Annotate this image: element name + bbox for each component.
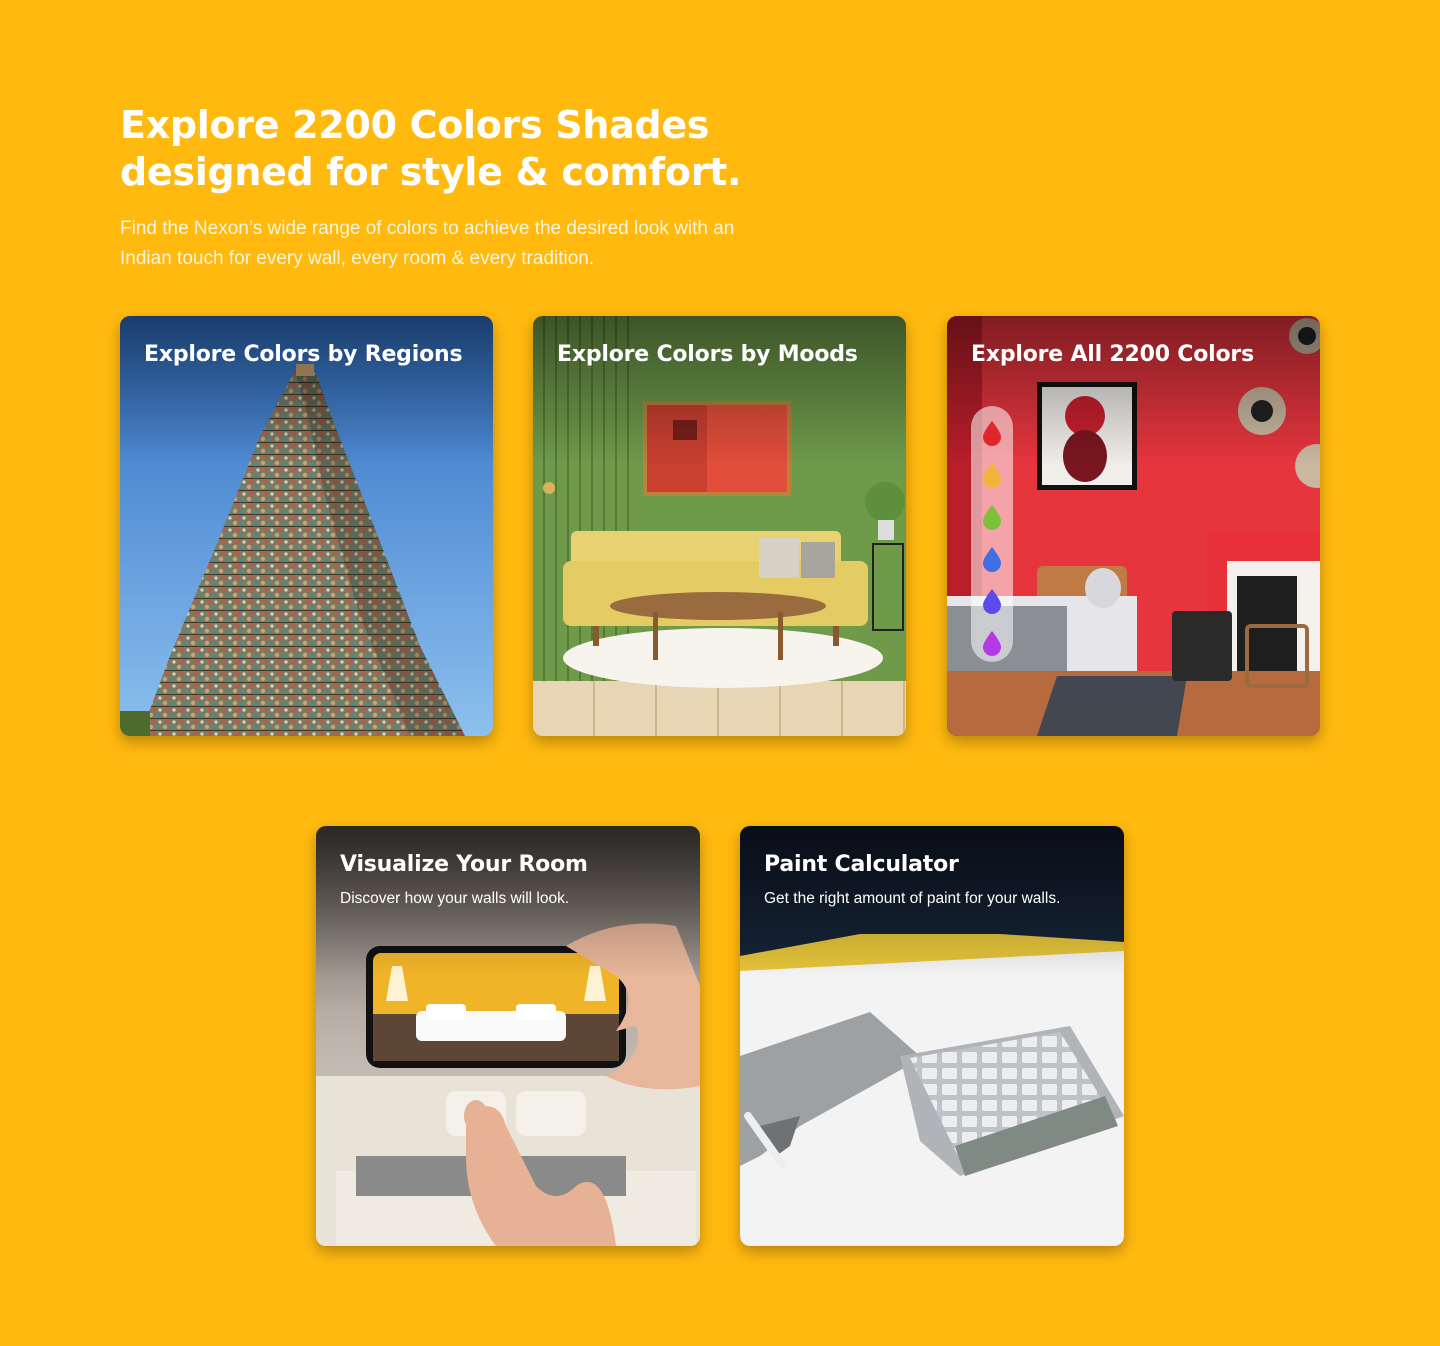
color-drop-icon[interactable] <box>981 462 1003 488</box>
card-title: Explore All 2200 Colors <box>971 342 1254 367</box>
card-explore-by-regions[interactable]: Explore Colors by Regions <box>120 316 493 736</box>
hero-title-line-1: Explore 2200 Colors Shades <box>120 103 710 147</box>
card-explore-by-moods[interactable]: Explore Colors by Moods <box>533 316 906 736</box>
title-gradient <box>533 316 906 466</box>
color-drop-icon[interactable] <box>981 630 1003 656</box>
card-visualize-your-room[interactable]: Visualize Your Room Discover how your wa… <box>316 826 700 1246</box>
hero-section: Explore 2200 Colors Shades designed for … <box>120 102 820 274</box>
card-explore-all-colors[interactable]: Explore All 2200 Colors <box>947 316 1320 736</box>
color-drop-icon[interactable] <box>981 546 1003 572</box>
card-title: Explore Colors by Regions <box>144 342 463 367</box>
card-title: Paint Calculator <box>764 852 959 877</box>
color-drop-icon[interactable] <box>981 588 1003 614</box>
hero-title-line-2: designed for style & comfort. <box>120 150 742 194</box>
hero-description: Find the Nexon’s wide range of colors to… <box>120 218 735 269</box>
color-drop-palette <box>971 406 1013 662</box>
card-subtitle: Get the right amount of paint for your w… <box>764 890 1061 907</box>
color-drop-icon[interactable] <box>981 504 1003 530</box>
title-gradient <box>120 316 493 466</box>
card-paint-calculator[interactable]: Paint Calculator Get the right amount of… <box>740 826 1124 1246</box>
card-subtitle: Discover how your walls will look. <box>340 890 570 907</box>
color-drop-icon[interactable] <box>981 420 1003 446</box>
card-title: Visualize Your Room <box>340 852 588 877</box>
hero-title: Explore 2200 Colors Shades designed for … <box>120 102 820 196</box>
card-title: Explore Colors by Moods <box>557 342 858 367</box>
